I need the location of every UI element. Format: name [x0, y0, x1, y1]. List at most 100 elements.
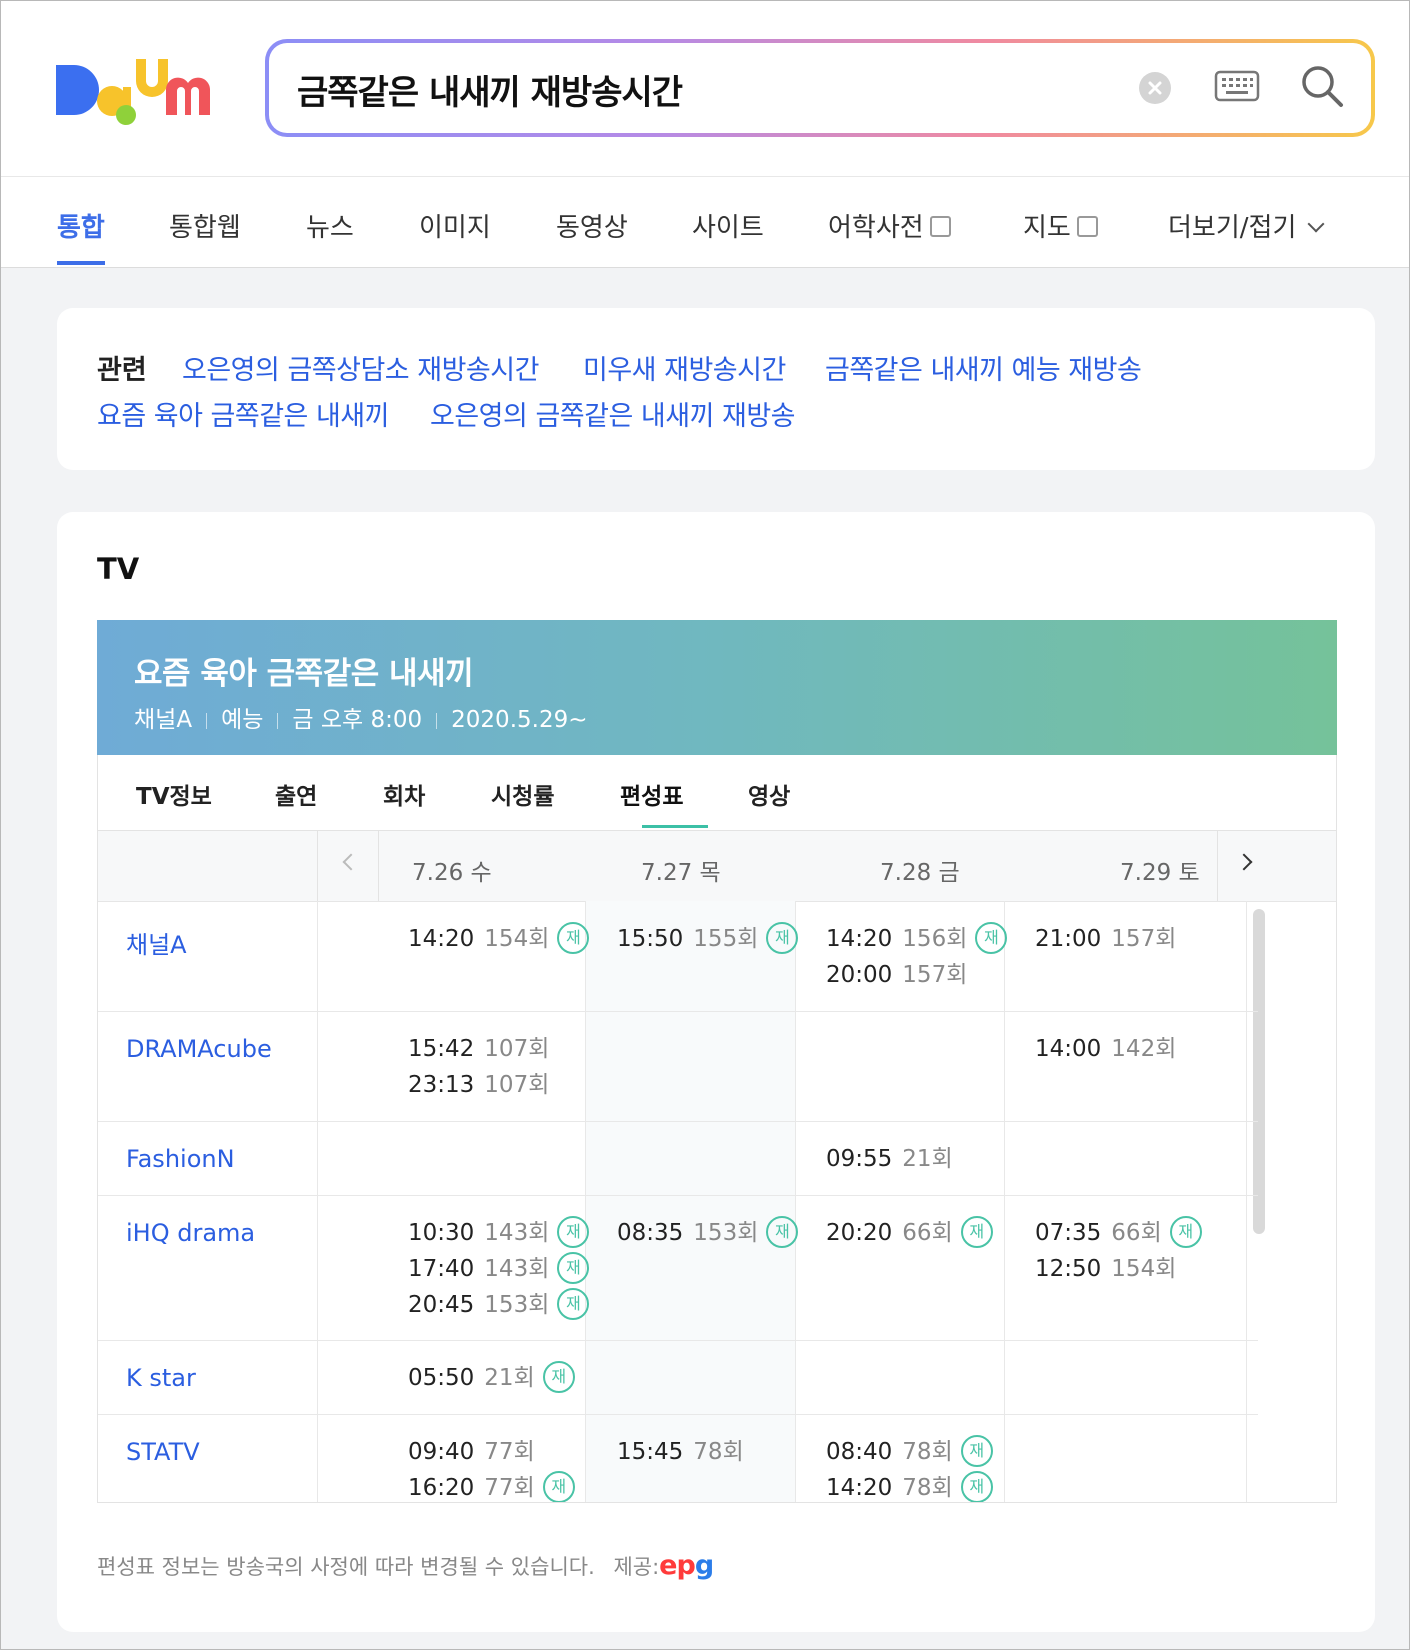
subtab-videos[interactable]: 영상 [748, 777, 790, 811]
channel-name[interactable]: DRAMAcube [126, 1035, 272, 1063]
related-link[interactable]: 오은영의 금쪽상담소 재방송시간 [182, 348, 539, 387]
slot-episode: 107회 [484, 1036, 550, 1062]
slot-time: 09:40 [408, 1439, 475, 1465]
chevron-down-icon [1307, 215, 1325, 233]
page: 금쪽같은 내새끼 재방송시간 통합 통합웹 뉴스 이미지 동영상 사이트 어학사… [0, 0, 1410, 1650]
channel-name[interactable]: 채널A [126, 925, 187, 960]
schedule-slot: 20:45 153회 재 [408, 1287, 590, 1323]
rerun-badge: 재 [557, 1215, 590, 1248]
clear-icon[interactable] [1139, 72, 1171, 104]
subtab-schedule[interactable]: 편성표 [620, 777, 683, 811]
tab-news[interactable]: 뉴스 [306, 207, 354, 244]
rerun-badge: 재 [766, 921, 799, 954]
channel-name[interactable]: K star [126, 1364, 196, 1392]
tab-web[interactable]: 통합웹 [169, 207, 241, 244]
show-meta: 채널A 예능 금 오후 8:00 2020.5.29~ [134, 700, 587, 734]
related-link[interactable]: 오은영의 금쪽같은 내새끼 재방송 [430, 394, 796, 433]
slot-time: 10:30 [408, 1220, 475, 1246]
rerun-badge: 재 [766, 1215, 799, 1248]
slot-time: 14:00 [1035, 1036, 1102, 1062]
external-link-icon [929, 216, 951, 237]
meta-channel: 채널A [134, 707, 193, 733]
subtab-episodes[interactable]: 회차 [383, 777, 425, 811]
tv-subtabs: TV정보 출연 회차 시청률 편성표 영상 [97, 755, 1337, 831]
slot-time: 20:00 [826, 962, 893, 988]
keyboard-icon[interactable] [1214, 69, 1260, 103]
channel-name[interactable]: FashionN [126, 1145, 235, 1173]
subtab-ratings[interactable]: 시청률 [491, 777, 554, 811]
footnote-text: 편성표 정보는 방송국의 사정에 따라 변경될 수 있습니다. [97, 1555, 595, 1579]
schedule-slot: 15:50 155회 재 [617, 921, 799, 957]
prev-date-icon[interactable] [342, 853, 360, 871]
date-header: 7.29 토 [1120, 860, 1200, 886]
external-link-icon [1076, 216, 1098, 237]
related-link[interactable]: 금쪽같은 내새끼 예능 재방송 [825, 348, 1142, 387]
schedule-slot: 15:45 78회 [617, 1434, 744, 1470]
related-link[interactable]: 요즘 육아 금쪽같은 내새끼 [97, 394, 390, 433]
tab-sites[interactable]: 사이트 [692, 207, 764, 244]
slot-episode: 78회 [902, 1439, 953, 1465]
date-header: 7.27 목 [641, 860, 721, 886]
slot-episode: 21회 [902, 1146, 953, 1172]
rerun-badge: 재 [975, 921, 1008, 954]
header: 금쪽같은 내새끼 재방송시간 [1, 1, 1409, 177]
schedule-slot: 23:13 107회 [408, 1067, 549, 1103]
related-label: 관련 [97, 355, 147, 386]
schedule-slot: 12:50 154회 [1035, 1251, 1176, 1287]
slot-time: 05:50 [408, 1365, 475, 1391]
daum-logo[interactable] [56, 59, 226, 127]
slot-time: 21:00 [1035, 926, 1102, 952]
tab-videos[interactable]: 동영상 [556, 207, 628, 244]
section-title: TV [97, 552, 140, 586]
show-banner: 요즘 육아 금쪽같은 내새끼 채널A 예능 금 오후 8:00 2020.5.29~ [97, 620, 1337, 755]
slot-episode: 78회 [902, 1475, 953, 1501]
slot-time: 23:13 [408, 1072, 475, 1098]
slot-time: 20:45 [408, 1292, 475, 1318]
slot-time: 07:35 [1035, 1220, 1102, 1246]
subtab-cast[interactable]: 출연 [275, 777, 317, 811]
epg-logo: epg [659, 1550, 714, 1581]
schedule-slot: 17:40 143회 재 [408, 1251, 590, 1287]
search-box[interactable]: 금쪽같은 내새끼 재방송시간 [265, 39, 1375, 137]
slot-episode: 153회 [484, 1292, 550, 1318]
rerun-badge: 재 [960, 1215, 993, 1248]
slot-episode: 154회 [1111, 1256, 1177, 1282]
slot-episode: 143회 [484, 1220, 550, 1246]
date-header: 7.26 수 [412, 860, 492, 886]
slot-episode: 153회 [693, 1220, 759, 1246]
slot-time: 15:42 [408, 1036, 475, 1062]
rerun-badge: 재 [557, 1287, 590, 1320]
channel-name[interactable]: STATV [126, 1438, 200, 1466]
tab-all[interactable]: 통합 [57, 207, 105, 244]
scrollbar[interactable] [1253, 909, 1265, 1234]
schedule-slot: 20:20 66회 재 [826, 1215, 993, 1251]
next-date-icon[interactable] [1235, 853, 1253, 871]
footnote: 편성표 정보는 방송국의 사정에 따라 변경될 수 있습니다. 제공:epg [97, 1550, 714, 1581]
slot-episode: 77회 [484, 1475, 535, 1501]
tab-dictionary[interactable]: 어학사전 [828, 207, 951, 244]
schedule-slot: 14:20 78회 재 [826, 1470, 993, 1502]
schedule-slot: 08:40 78회 재 [826, 1434, 993, 1470]
related-link[interactable]: 미우새 재방송시간 [583, 348, 786, 387]
slot-episode: 142회 [1111, 1036, 1177, 1062]
show-title[interactable]: 요즘 육아 금쪽같은 내새끼 [134, 648, 474, 693]
channel-name[interactable]: iHQ drama [126, 1219, 255, 1247]
rerun-badge: 재 [1169, 1215, 1202, 1248]
slot-time: 14:20 [408, 926, 475, 952]
slot-episode: 154회 [484, 926, 550, 952]
search-tabs: 통합 통합웹 뉴스 이미지 동영상 사이트 어학사전 지도 더보기/접기 [1, 177, 1409, 268]
schedule-slot: 14:20 156회 재 [826, 921, 1008, 957]
search-icon[interactable] [1299, 63, 1345, 109]
search-input[interactable]: 금쪽같은 내새끼 재방송시간 [297, 65, 683, 114]
slot-episode: 77회 [484, 1439, 535, 1465]
slot-time: 08:35 [617, 1220, 684, 1246]
tab-more[interactable]: 더보기/접기 [1168, 207, 1325, 244]
tab-map[interactable]: 지도 [1023, 207, 1098, 244]
slot-episode: 78회 [693, 1439, 744, 1465]
subtab-info[interactable]: TV정보 [136, 777, 212, 811]
schedule-slot: 07:35 66회 재 [1035, 1215, 1202, 1251]
tab-images[interactable]: 이미지 [419, 207, 491, 244]
schedule-grid: 7.26 수 7.27 목 7.28 금 7.29 토 채널A 14:20 154회… [97, 831, 1337, 1503]
rerun-badge: 재 [557, 921, 590, 954]
active-subtab-indicator [642, 825, 708, 828]
